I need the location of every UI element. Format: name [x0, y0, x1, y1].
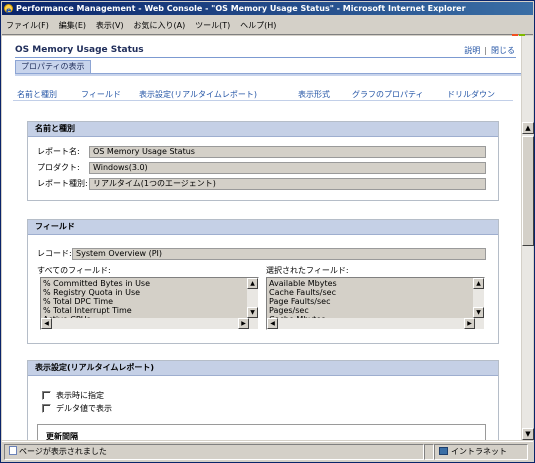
report-type-field: リアルタイム(1つのエージェント)	[89, 178, 486, 190]
list-item[interactable]: Pages/sec	[269, 306, 337, 315]
list-item[interactable]: Page Faults/sec	[269, 297, 337, 306]
nav-fields[interactable]: フィールド	[81, 89, 121, 100]
selected-fields-label: 選択されたフィールド:	[266, 266, 349, 275]
nav-graph-properties[interactable]: グラフのプロパティ	[352, 89, 424, 100]
list-item[interactable]: % Total DPC Time	[43, 297, 150, 306]
status-bar: ページが表示されました イントラネット	[2, 441, 533, 461]
refresh-interval-title: 更新間隔	[46, 432, 78, 440]
specify-at-display-label: 表示時に指定	[56, 391, 104, 400]
page-vertical-scrollbar[interactable]: ▲ ▼	[521, 36, 534, 440]
list-item[interactable]: Cache Faults/sec	[269, 288, 337, 297]
product-label: プロダクト:	[37, 163, 80, 172]
horizontal-scrollbar[interactable]: ◀ ▶	[267, 318, 475, 329]
scroll-up-icon[interactable]: ▲	[473, 278, 484, 289]
zone-text: イントラネット	[451, 447, 507, 456]
menu-bar: ファイル(F) 編集(E) 表示(V) お気に入り(A) ツール(T) ヘルプ(…	[2, 16, 533, 45]
report-name-label: レポート名:	[37, 147, 80, 156]
field-panel: フィールド レコード: System Overview (PI) すべてのフィー…	[27, 219, 499, 344]
section-nav: 名前と種別 フィールド 表示設定(リアルタイムレポート) 表示形式 グラフのプロ…	[13, 89, 513, 101]
help-link[interactable]: 説明	[464, 46, 480, 55]
display-settings-panel: 表示設定(リアルタイムレポート) 表示時に指定 デルタ値で表示 更新間隔	[27, 360, 499, 440]
header-links: 説明 | 閉じる	[464, 46, 515, 55]
scroll-thumb[interactable]	[522, 136, 534, 246]
scroll-left-icon[interactable]: ◀	[41, 318, 52, 329]
page-content: OS Memory Usage Status 説明 | 閉じる プロパティの表示 名…	[2, 36, 521, 440]
all-fields-label: すべてのフィールド:	[37, 266, 111, 275]
nav-name-type[interactable]: 名前と種別	[17, 89, 57, 100]
panel-title: 名前と種別	[28, 122, 498, 137]
name-type-panel: 名前と種別 レポート名: OS Memory Usage Status プロダク…	[27, 121, 499, 201]
report-type-label: レポート種別:	[37, 179, 88, 188]
browser-window: e Performance Management - Web Console -…	[0, 0, 535, 463]
status-cell	[424, 444, 434, 460]
tab-underline	[15, 73, 521, 76]
panel-title: フィールド	[28, 220, 498, 235]
refresh-interval-box: 更新間隔	[37, 424, 486, 440]
horizontal-scrollbar[interactable]: ◀ ▶	[41, 318, 249, 329]
product-field: Windows(3.0)	[89, 162, 486, 174]
page-title: OS Memory Usage Status	[15, 45, 144, 55]
record-label: レコード:	[37, 249, 72, 258]
menu-help[interactable]: ヘルプ(H)	[236, 16, 279, 31]
header-divider	[15, 57, 516, 58]
menu-edit[interactable]: 編集(E)	[55, 16, 89, 31]
scroll-down-icon[interactable]: ▼	[522, 428, 534, 440]
scroll-down-icon[interactable]: ▼	[473, 307, 484, 318]
panel-title: 表示設定(リアルタイムレポート)	[28, 361, 498, 376]
menu-file[interactable]: ファイル(F)	[2, 16, 52, 31]
list-item[interactable]: Available Mbytes	[269, 279, 337, 288]
list-item[interactable]: % Registry Quota in Use	[43, 288, 150, 297]
ie-icon: e	[4, 4, 13, 15]
status-text-cell: ページが表示されました	[4, 444, 424, 460]
delta-value-label: デルタ値で表示	[56, 404, 112, 413]
zone-cell: イントラネット	[434, 444, 528, 460]
all-fields-listbox[interactable]: % Committed Bytes in Use % Registry Quot…	[40, 277, 259, 330]
scroll-up-icon[interactable]: ▲	[522, 122, 534, 134]
page-icon	[9, 446, 17, 455]
nav-display-settings[interactable]: 表示設定(リアルタイムレポート)	[139, 89, 257, 100]
intranet-icon	[439, 447, 448, 455]
scroll-up-icon[interactable]: ▲	[247, 278, 258, 289]
scroll-down-icon[interactable]: ▼	[247, 307, 258, 318]
close-link[interactable]: 閉じる	[491, 46, 515, 55]
nav-drilldown[interactable]: ドリルダウン	[447, 89, 495, 100]
report-name-field: OS Memory Usage Status	[89, 146, 486, 158]
record-field: System Overview (PI)	[72, 248, 486, 260]
menu-view[interactable]: 表示(V)	[92, 16, 127, 31]
nav-display-format[interactable]: 表示形式	[298, 89, 330, 100]
menu-favorites[interactable]: お気に入り(A)	[129, 16, 188, 31]
scroll-left-icon[interactable]: ◀	[267, 318, 278, 329]
status-text: ページが表示されました	[19, 447, 107, 456]
scroll-right-icon[interactable]: ▶	[464, 318, 475, 329]
tab-property-display[interactable]: プロパティの表示	[15, 60, 91, 73]
selected-fields-listbox[interactable]: Available Mbytes Cache Faults/sec Page F…	[266, 277, 485, 330]
window-title: Performance Management - Web Console - "…	[16, 4, 466, 13]
title-bar: e Performance Management - Web Console -…	[2, 2, 533, 15]
specify-at-display-checkbox[interactable]	[42, 391, 51, 400]
delta-value-checkbox[interactable]	[42, 404, 51, 413]
list-item[interactable]: % Total Interrupt Time	[43, 306, 150, 315]
list-item[interactable]: % Committed Bytes in Use	[43, 279, 150, 288]
scroll-right-icon[interactable]: ▶	[238, 318, 249, 329]
menu-tools[interactable]: ツール(T)	[191, 16, 233, 31]
